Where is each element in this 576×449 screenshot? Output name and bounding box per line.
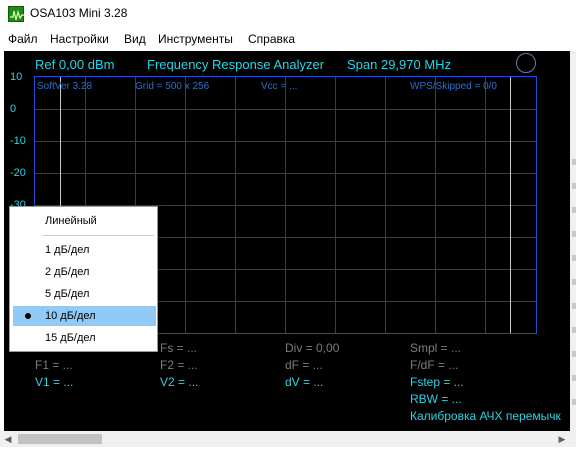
df-value: dF = ...	[285, 358, 323, 372]
scroll-right-icon[interactable]: ▶	[554, 431, 570, 447]
scrollbar-corner	[570, 431, 576, 447]
menu-settings[interactable]: Настройки	[50, 32, 109, 46]
menu-separator	[42, 235, 154, 236]
grid-size-label: Grid = 500 x 256	[135, 81, 210, 92]
menu-view[interactable]: Вид	[124, 32, 146, 46]
wps-label: WPS/Skipped = 0/0	[410, 81, 497, 92]
scroll-tick	[572, 159, 576, 165]
soft-version-label: SoftVer 3.28	[37, 81, 93, 92]
scale-context-menu: Линейный 1 дБ/дел 2 дБ/дел 5 дБ/дел 10 д…	[9, 206, 158, 352]
mode-label: Frequency Response Analyzer	[147, 57, 325, 72]
menu-item-10db[interactable]: 10 дБ/дел	[13, 306, 156, 326]
scrollbar-thumb[interactable]	[18, 434, 102, 444]
menu-item-linear[interactable]: Линейный	[13, 211, 156, 231]
scroll-left-icon[interactable]: ◀	[0, 431, 16, 447]
menu-file[interactable]: Файл	[8, 32, 38, 46]
vcc-label: Vcc = ...	[261, 81, 298, 92]
scroll-tick	[572, 327, 576, 333]
y-axis-label: 10	[10, 71, 23, 83]
fstep-value: Fstep = ...	[410, 375, 464, 389]
scroll-tick	[572, 255, 576, 261]
v1-value: V1 = ...	[35, 375, 74, 389]
scroll-tick	[572, 279, 576, 285]
rbw-value: RBW = ...	[410, 392, 462, 406]
radio-bullet-icon	[25, 313, 31, 319]
fs-value: Fs = ...	[160, 341, 198, 355]
scroll-tick	[572, 303, 576, 309]
grid-line	[35, 173, 536, 174]
scroll-tick	[572, 399, 576, 405]
menu-item-label: 10 дБ/дел	[45, 310, 96, 322]
horizontal-scrollbar[interactable]: ◀ ▶	[0, 431, 570, 447]
y-axis-label: -20	[10, 167, 26, 179]
status-indicator-icon	[516, 53, 536, 73]
span-label: Span 29,970 MHz	[347, 57, 452, 72]
marker-line[interactable]	[510, 77, 511, 333]
calibration-status: Калибровка АЧХ перемычк	[410, 409, 561, 423]
scroll-tick	[572, 351, 576, 357]
scroll-tick	[572, 207, 576, 213]
menu-item-5db[interactable]: 5 дБ/дел	[13, 284, 156, 304]
ref-level-label: Ref 0,00 dBm	[35, 57, 115, 72]
oscilloscope-app-icon	[8, 6, 24, 22]
smpl-value: Smpl = ...	[410, 341, 462, 355]
grid-line	[35, 141, 536, 142]
y-axis-label: 0	[10, 103, 17, 115]
menu-item-15db[interactable]: 15 дБ/дел	[13, 328, 156, 348]
dv-value: dV = ...	[285, 375, 324, 389]
scroll-tick	[572, 231, 576, 237]
window-title: OSA103 Mini 3.28	[30, 6, 128, 20]
vertical-scrollbar[interactable]	[570, 51, 576, 431]
title-bar: OSA103 Mini 3.28	[0, 0, 576, 28]
div-value: Div = 0,00	[285, 341, 340, 355]
scroll-tick	[572, 375, 576, 381]
menu-tools[interactable]: Инструменты	[158, 32, 233, 46]
f2-value: F2 = ...	[160, 358, 198, 372]
menu-help[interactable]: Справка	[248, 32, 295, 46]
f1-value: F1 = ...	[35, 358, 73, 372]
y-axis-label: -10	[10, 135, 26, 147]
menu-item-1db[interactable]: 1 дБ/дел	[13, 240, 156, 260]
menu-item-2db[interactable]: 2 дБ/дел	[13, 262, 156, 282]
menu-bar: Файл Настройки Вид Инструменты Справка	[0, 29, 576, 49]
v2-value: V2 = ...	[160, 375, 199, 389]
f-df-value: F/dF = ...	[410, 358, 459, 372]
grid-line	[35, 109, 536, 110]
scroll-tick	[572, 183, 576, 189]
